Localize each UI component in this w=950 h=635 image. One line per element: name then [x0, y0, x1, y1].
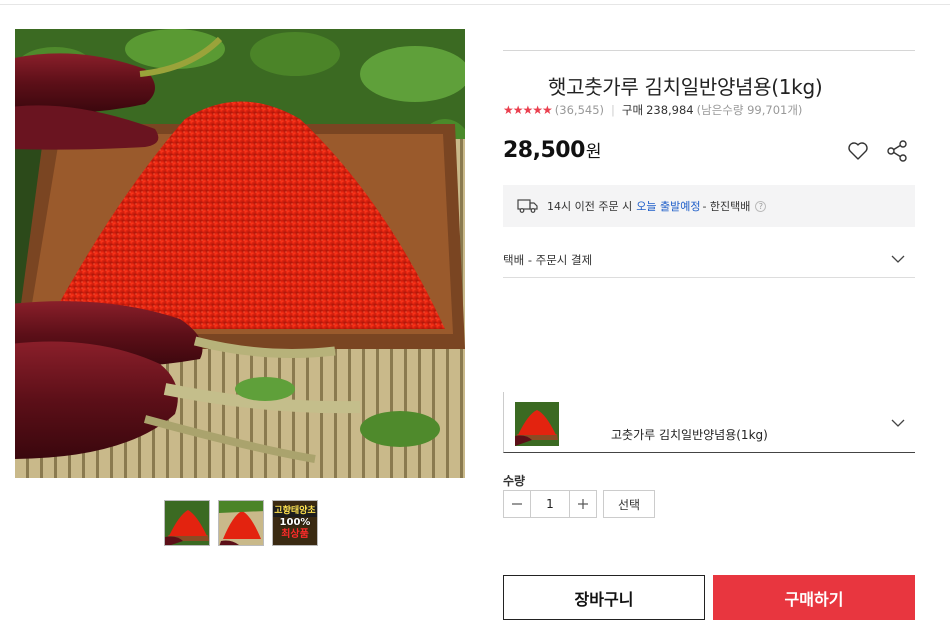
share-icon[interactable] [885, 139, 909, 163]
quantity-stepper: 1 [503, 490, 597, 518]
quantity-label: 수량 [503, 474, 526, 488]
price-currency: 원 [585, 142, 602, 162]
shipping-method-label: 택배 - 주문시 결제 [503, 253, 593, 267]
product-info-panel: 햇고춧가루 김치일반양념용(1kg) ★★★★★ (36,545) | 구매 2… [503, 0, 915, 635]
truck-icon [517, 198, 539, 214]
minus-icon[interactable] [503, 490, 531, 518]
purchase-label: 구매 [621, 103, 644, 117]
product-price: 28,500원 [503, 137, 602, 163]
select-button[interactable]: 선택 [603, 490, 655, 518]
delivery-info: 14시 이전 주문 시 오늘 출발예정 - 한진택배 ? [503, 185, 915, 227]
divider [503, 50, 915, 51]
thumbnail-2[interactable] [218, 500, 264, 546]
review-count-link[interactable]: (36,545) [555, 103, 604, 117]
plus-icon[interactable] [569, 490, 597, 518]
purchase-count: 238,984 [646, 103, 694, 117]
quantity-input[interactable]: 1 [531, 490, 569, 518]
rating-row: ★★★★★ (36,545) | 구매 238,984 (남은수량 99,701… [503, 102, 802, 118]
heart-icon[interactable] [846, 139, 870, 163]
delivery-today: 오늘 출발예정 [636, 200, 701, 213]
product-title: 햇고춧가루 김치일반양념용(1kg) [548, 75, 823, 99]
buy-now-button[interactable]: 구매하기 [713, 575, 915, 620]
thumbnail-text-2: 100% [279, 516, 311, 528]
thumbnail-1[interactable] [164, 500, 210, 546]
thumbnail-list: 고향태양초 100% 최상품 [164, 500, 318, 546]
option-select[interactable]: 고춧가루 김치일반양념용(1kg) [503, 392, 915, 453]
chevron-down-icon [891, 253, 905, 267]
stock-remaining: (남은수량 99,701개) [696, 103, 803, 117]
thumbnail-3[interactable]: 고향태양초 100% 최상품 [272, 500, 318, 546]
chevron-down-icon [891, 413, 905, 432]
shipping-method-select[interactable]: 택배 - 주문시 결제 [503, 243, 915, 278]
option-thumbnail [515, 402, 559, 446]
thumbnail-text-1: 고향태양초 [273, 505, 317, 517]
rating-stars: ★★★★★ [503, 103, 553, 117]
add-to-cart-button[interactable]: 장바구니 [503, 575, 705, 620]
option-label: 고춧가루 김치일반양념용(1kg) [611, 428, 768, 442]
divider: | [611, 103, 615, 117]
delivery-courier: - 한진택배 [702, 200, 751, 213]
delivery-prefix: 14시 이전 주문 시 [547, 200, 633, 213]
thumbnail-text-3: 최상품 [281, 528, 309, 540]
help-icon[interactable]: ? [755, 200, 767, 212]
main-product-image [15, 29, 465, 478]
price-value: 28,500 [503, 138, 585, 163]
